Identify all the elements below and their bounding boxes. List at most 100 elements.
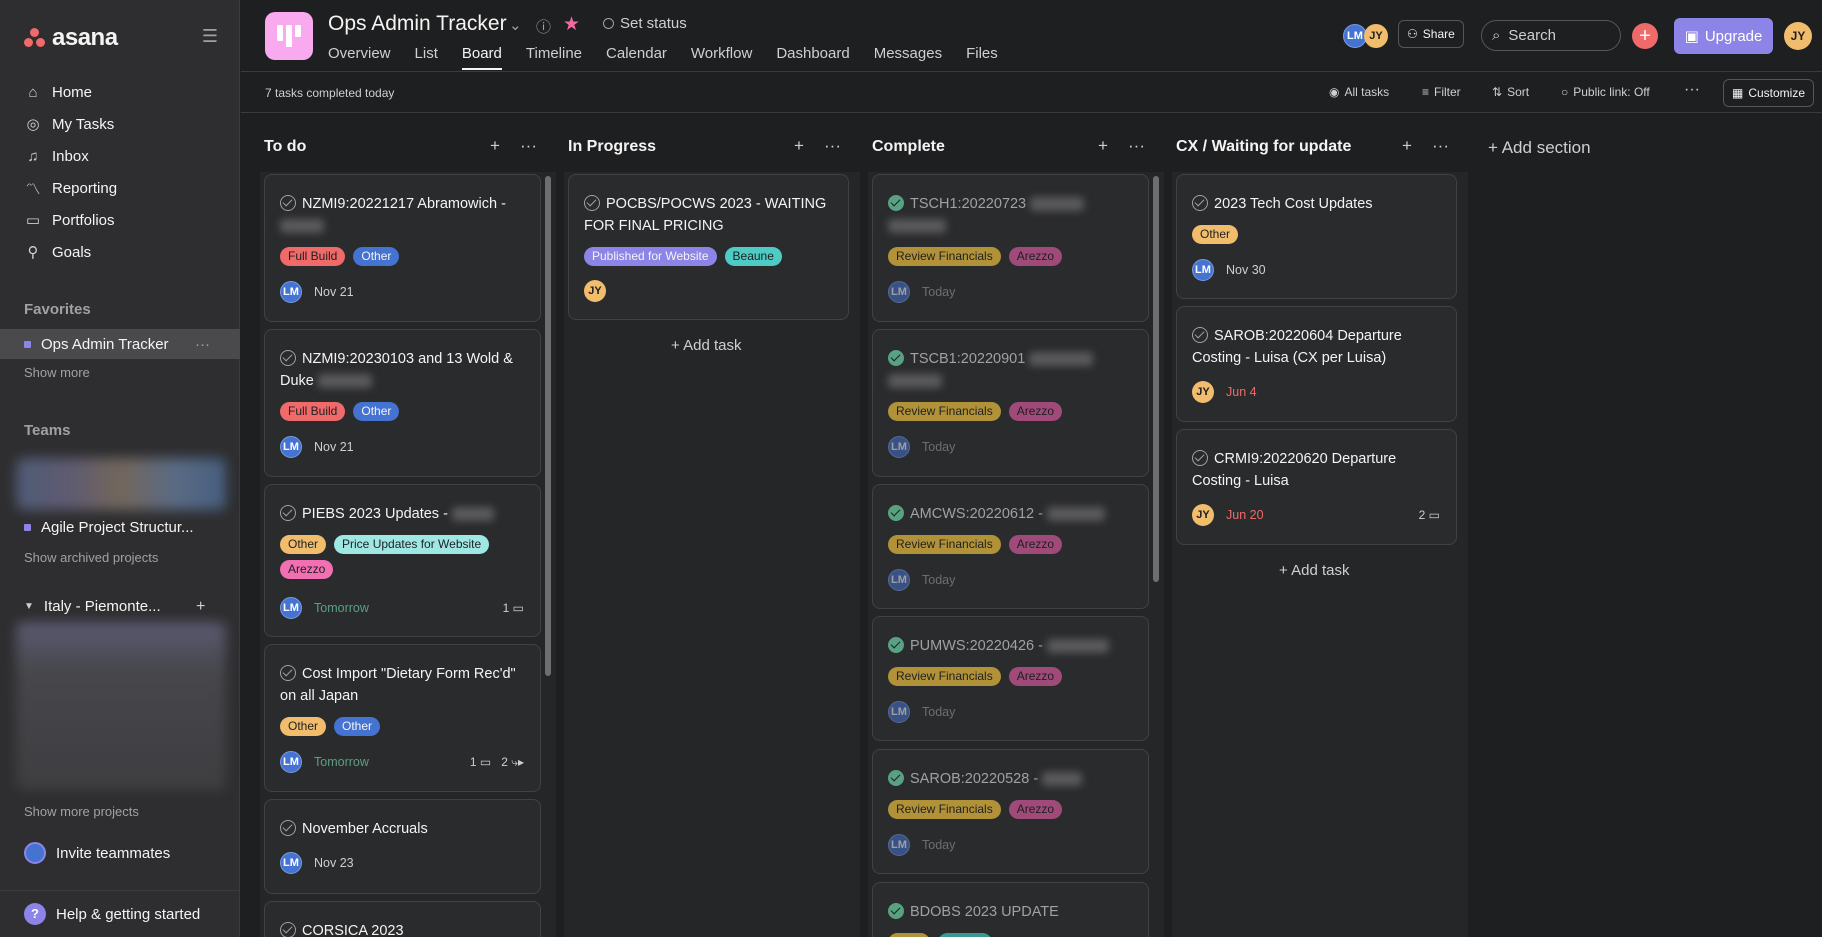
task-title[interactable]: PUMWS:20220426 - (888, 635, 1136, 657)
invite-teammates-button[interactable]: Invite teammates (24, 842, 170, 864)
column-more-icon[interactable]: ··· (1432, 136, 1449, 156)
add-project-icon[interactable]: + (196, 598, 205, 616)
tag[interactable]: Other (353, 402, 400, 421)
task-card[interactable]: TSCH1:20220723 Review Financials Arezzo … (872, 174, 1149, 322)
sort-button[interactable]: ⇅ Sort (1492, 85, 1529, 99)
check-circle-icon[interactable] (888, 195, 904, 211)
column-scrollbar[interactable] (545, 176, 551, 676)
tab-workflow[interactable]: Workflow (691, 45, 752, 70)
due-date[interactable]: Jun 20 (1226, 508, 1264, 522)
due-date[interactable]: Nov 30 (1226, 263, 1266, 277)
tag[interactable]: Other (334, 717, 381, 736)
check-circle-icon[interactable] (280, 665, 296, 681)
assignee-avatar[interactable]: LM (888, 569, 910, 591)
info-icon[interactable]: ⓘ (536, 16, 551, 37)
add-task-button[interactable]: + Add task (671, 337, 741, 354)
subtask-count[interactable]: 2 ⤷▸ (501, 755, 524, 770)
check-circle-icon[interactable] (280, 922, 296, 937)
tag-partial[interactable] (938, 933, 992, 937)
add-task-plus-icon[interactable]: + (1098, 136, 1108, 156)
tab-files[interactable]: Files (966, 45, 998, 70)
check-circle-icon[interactable] (280, 195, 296, 211)
check-circle-icon[interactable] (1192, 450, 1208, 466)
due-date[interactable]: Today (922, 573, 955, 587)
assignee-avatar[interactable]: JY (1192, 381, 1214, 403)
task-card[interactable]: CORSICA 2023 (264, 901, 541, 937)
create-button[interactable]: + (1632, 23, 1658, 49)
task-card[interactable]: SAROB:20220604 Departure Costing - Luisa… (1176, 306, 1457, 422)
task-title[interactable]: Cost Import "Dietary Form Rec'd" on all … (280, 663, 528, 707)
assignee-avatar[interactable]: LM (888, 281, 910, 303)
tag[interactable]: Arezzo (1008, 800, 1063, 819)
due-date[interactable]: Nov 21 (314, 285, 354, 299)
task-title[interactable]: TSCH1:20220723 (888, 193, 1136, 237)
task-title[interactable]: SAROB:20220528 - (888, 768, 1136, 790)
sidebar-item-portfolios[interactable]: ▭ Portfolios (0, 204, 240, 236)
star-icon[interactable]: ★ (563, 13, 580, 36)
more-icon[interactable]: ··· (195, 336, 210, 353)
column-more-icon[interactable]: ··· (824, 136, 841, 156)
sidebar-item-inbox[interactable]: ♫ Inbox (0, 140, 240, 172)
column-title-in-progress[interactable]: In Progress (568, 138, 656, 156)
tag[interactable]: Review Financials (888, 800, 1001, 819)
task-title[interactable]: NZMI9:20221217 Abramowich - (280, 193, 528, 237)
check-circle-icon[interactable] (1192, 327, 1208, 343)
task-card[interactable]: SAROB:20220528 - Review Financials Arezz… (872, 749, 1149, 874)
all-tasks-button[interactable]: ◉ All tasks (1329, 85, 1389, 99)
asana-logo[interactable]: asana (24, 24, 118, 52)
due-date[interactable]: Today (922, 285, 955, 299)
user-avatar[interactable]: JY (1784, 22, 1812, 50)
sidebar-item-reporting[interactable]: 〽 Reporting (0, 172, 240, 204)
teams-label[interactable]: Teams (24, 422, 70, 439)
check-circle-icon[interactable] (584, 195, 600, 211)
task-card[interactable]: 2023 Tech Cost Updates Other LM Nov 30 (1176, 174, 1457, 299)
sidebar-team-italy[interactable]: ▼ Italy - Piemonte... (24, 598, 194, 615)
due-date[interactable]: Today (922, 705, 955, 719)
check-circle-icon[interactable] (280, 820, 296, 836)
task-title[interactable]: POCBS/POCWS 2023 - WAITING FOR FINAL PRI… (584, 193, 836, 237)
tab-timeline[interactable]: Timeline (526, 45, 582, 70)
due-date[interactable]: Nov 21 (314, 440, 354, 454)
tab-overview[interactable]: Overview (328, 45, 391, 70)
tag[interactable]: Arezzo (1008, 667, 1063, 686)
tab-messages[interactable]: Messages (874, 45, 942, 70)
task-title[interactable]: CRMI9:20220620 Departure Costing - Luisa (1192, 448, 1444, 492)
chevron-down-icon[interactable]: ⌄ (509, 16, 522, 34)
task-title[interactable]: 2023 Tech Cost Updates (1192, 193, 1444, 215)
task-card[interactable]: PIEBS 2023 Updates - Other Price Updates… (264, 484, 541, 637)
upgrade-button[interactable]: ▣ Upgrade (1674, 18, 1773, 54)
show-more-link[interactable]: Show more (24, 365, 90, 380)
check-circle-icon[interactable] (1192, 195, 1208, 211)
task-title[interactable]: TSCB1:20220901 (888, 348, 1136, 392)
assignee-avatar[interactable]: LM (280, 751, 302, 773)
task-card[interactable]: TSCB1:20220901 Review Financials Arezzo … (872, 329, 1149, 477)
column-title-cx-waiting[interactable]: CX / Waiting for update (1176, 138, 1351, 156)
task-card[interactable]: November Accruals LM Nov 23 (264, 799, 541, 894)
check-circle-icon[interactable] (280, 505, 296, 521)
task-title[interactable]: SAROB:20220604 Departure Costing - Luisa… (1192, 325, 1444, 369)
set-status-button[interactable]: Set status (603, 15, 687, 32)
due-date[interactable]: Tomorrow (314, 755, 369, 769)
assignee-avatar[interactable]: LM (280, 436, 302, 458)
project-title[interactable]: Ops Admin Tracker (328, 12, 507, 36)
tag-partial[interactable] (888, 933, 930, 937)
due-date[interactable]: Today (922, 838, 955, 852)
tag[interactable]: Other (1192, 225, 1239, 244)
public-link-button[interactable]: ○ Public link: Off (1561, 85, 1650, 99)
column-scrollbar[interactable] (1153, 176, 1159, 582)
task-card[interactable]: AMCWS:20220612 - Review Financials Arezz… (872, 484, 1149, 609)
board-project-icon[interactable] (265, 12, 313, 60)
comment-count[interactable]: 2 ▭ (1419, 508, 1440, 522)
assignee-avatar[interactable]: LM (888, 436, 910, 458)
task-title[interactable]: NZMI9:20230103 and 13 Wold & Duke (280, 348, 528, 392)
column-title-to-do[interactable]: To do (264, 138, 306, 156)
add-task-plus-icon[interactable]: + (794, 136, 804, 156)
assignee-avatar[interactable]: LM (1192, 259, 1214, 281)
due-date[interactable]: Today (922, 440, 955, 454)
show-more-projects-link[interactable]: Show more projects (24, 804, 139, 819)
task-title[interactable]: AMCWS:20220612 - (888, 503, 1136, 525)
add-section-button[interactable]: + Add section (1488, 138, 1591, 158)
column-more-icon[interactable]: ··· (1128, 136, 1145, 156)
search-input[interactable]: ⌕ Search (1481, 20, 1621, 51)
show-archived-link[interactable]: Show archived projects (24, 550, 158, 565)
